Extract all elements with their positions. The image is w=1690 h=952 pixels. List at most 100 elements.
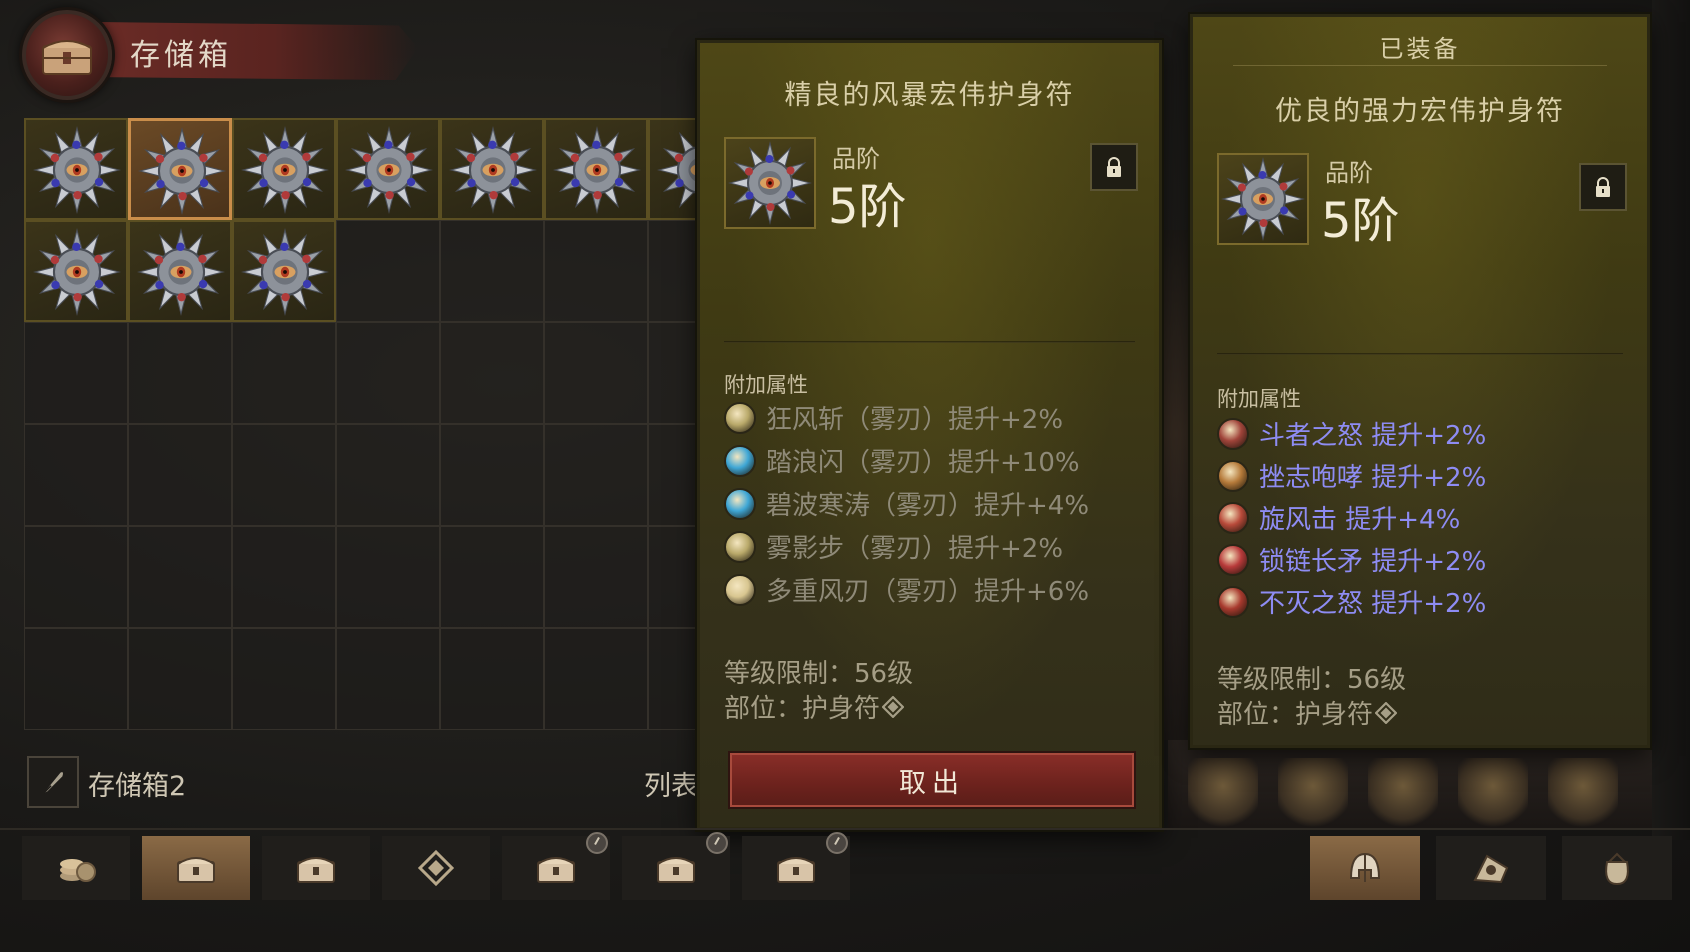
storage-slot[interactable] (440, 322, 544, 424)
storage-slot[interactable] (336, 322, 440, 424)
amulet-icon (724, 137, 816, 229)
storage-grid (24, 118, 784, 730)
amulet-icon (241, 228, 329, 316)
storage-slot[interactable] (24, 628, 128, 730)
storage-slot[interactable] (24, 322, 128, 424)
attribute-text: 挫志咆哮 提升+2% (1259, 463, 1487, 493)
tab-storage-chest-2[interactable] (262, 836, 370, 900)
storage-slot[interactable] (128, 118, 232, 220)
bottom-tab-bar (0, 828, 1690, 910)
lock-equipped-button[interactable] (1579, 163, 1627, 211)
amulet-slot-icon (1375, 701, 1398, 724)
storage-slot[interactable] (24, 526, 128, 628)
storage-slot[interactable] (232, 322, 336, 424)
wave-dash-icon (724, 444, 756, 477)
list-view-button[interactable]: 列表 (644, 764, 698, 803)
storage-slot[interactable] (24, 118, 128, 220)
storage-slot[interactable] (232, 526, 336, 628)
attribute-row: 雾影步（雾刃）提升+2% (724, 528, 1063, 565)
storage-slot[interactable] (232, 628, 336, 730)
storage-slot[interactable] (440, 526, 544, 628)
amulet-icon (553, 126, 641, 214)
rename-storage-button[interactable] (27, 756, 79, 808)
attribute-text: 雾影步（雾刃）提升+2% (766, 534, 1064, 564)
storage-slot[interactable] (232, 118, 336, 220)
slot-text: 部位：护身符 (1217, 700, 1374, 730)
storage-slot[interactable] (128, 628, 232, 730)
amulet-icon (33, 126, 121, 214)
lock-badge-icon (586, 832, 608, 854)
tab-coins[interactable] (22, 836, 130, 900)
storage-slot[interactable] (544, 424, 648, 526)
storage-title: 存储箱 (130, 38, 232, 73)
attribute-row: 斗者之怒 提升+2% (1217, 415, 1486, 452)
storage-slot[interactable] (24, 220, 128, 322)
whirlwind-icon (1217, 501, 1249, 534)
level-requirement: 等级限制：56级 (724, 659, 914, 689)
equipped-amulet-icon (1217, 153, 1309, 245)
storage-chest-icon (22, 10, 112, 100)
storage-slot[interactable] (128, 526, 232, 628)
storage-slot[interactable] (232, 220, 336, 322)
tab-loot-bag[interactable] (1562, 836, 1672, 900)
fighter-rage-icon (1217, 417, 1249, 450)
tab-storage-chest[interactable] (142, 836, 250, 900)
storage-slot[interactable] (440, 118, 544, 220)
tab-helmet[interactable] (1310, 836, 1420, 900)
storage-slot[interactable] (336, 526, 440, 628)
equipped-attributes-header: 附加属性 (1217, 387, 1301, 411)
helmet-icon (1349, 852, 1381, 882)
mist-step-icon (724, 530, 756, 563)
attribute-row: 碧波寒涛（雾刃）提升+4% (724, 485, 1089, 522)
attribute-text: 狂风斩（雾刃）提升+2% (766, 405, 1064, 435)
storage-slot[interactable] (544, 526, 648, 628)
equipped-tier-value: 5阶 (1321, 193, 1400, 249)
storage-slot[interactable] (544, 322, 648, 424)
attribute-text: 踏浪闪（雾刃）提升+10% (766, 448, 1080, 478)
storage-slot[interactable] (232, 424, 336, 526)
attribute-row: 狂风斩（雾刃）提升+2% (724, 399, 1063, 436)
tab-gem[interactable] (382, 836, 490, 900)
tab-locked-chest-2[interactable] (622, 832, 730, 900)
storage-slot[interactable] (544, 220, 648, 322)
storage-slot[interactable] (440, 220, 544, 322)
attribute-text: 旋风击 提升+4% (1259, 505, 1461, 535)
tab-locked-chest-1[interactable] (502, 832, 610, 900)
storage-slot[interactable] (128, 220, 232, 322)
amulet-icon (241, 126, 329, 214)
storage-slot[interactable] (24, 424, 128, 526)
wind-blade-icon (724, 573, 756, 606)
storage-chest-icon (177, 857, 215, 883)
tier-value: 5阶 (828, 179, 907, 235)
storage-slot[interactable] (128, 322, 232, 424)
blue-wave-icon (724, 487, 756, 520)
right-edge-shadow (1652, 0, 1690, 840)
lock-item-button[interactable] (1090, 143, 1138, 191)
take-out-button[interactable]: 取出 (728, 751, 1136, 809)
attribute-text: 锁链长矛 提升+2% (1259, 547, 1487, 577)
lock-badge-icon (706, 832, 728, 854)
undying-rage-icon (1217, 585, 1249, 618)
storage-slot[interactable] (336, 220, 440, 322)
lock-icon (1596, 177, 1610, 197)
loot-bag-icon (1605, 852, 1629, 886)
attribute-text: 多重风刃（雾刃）提升+6% (766, 577, 1090, 607)
storage-slot[interactable] (440, 628, 544, 730)
gale-slash-icon (724, 401, 756, 434)
header-divider (1233, 65, 1607, 66)
equipped-item-tooltip: 已装备 优良的强力宏伟护身符 品阶 5阶 附加属性 斗者之怒 提升+2% 挫志咆哮… (1190, 14, 1650, 748)
storage-slot[interactable] (544, 118, 648, 220)
tab-material[interactable] (1436, 836, 1546, 900)
attribute-row: 挫志咆哮 提升+2% (1217, 457, 1486, 494)
storage-slot[interactable] (440, 424, 544, 526)
divider (724, 341, 1135, 343)
storage-slot[interactable] (336, 628, 440, 730)
attribute-text: 碧波寒涛（雾刃）提升+4% (766, 491, 1090, 521)
storage-slot[interactable] (544, 628, 648, 730)
storage-slot[interactable] (128, 424, 232, 526)
amulet-icon (449, 126, 537, 214)
tab-locked-chest-3[interactable] (742, 832, 850, 900)
storage-slot[interactable] (336, 118, 440, 220)
amulet-icon (33, 228, 121, 316)
storage-slot[interactable] (336, 424, 440, 526)
